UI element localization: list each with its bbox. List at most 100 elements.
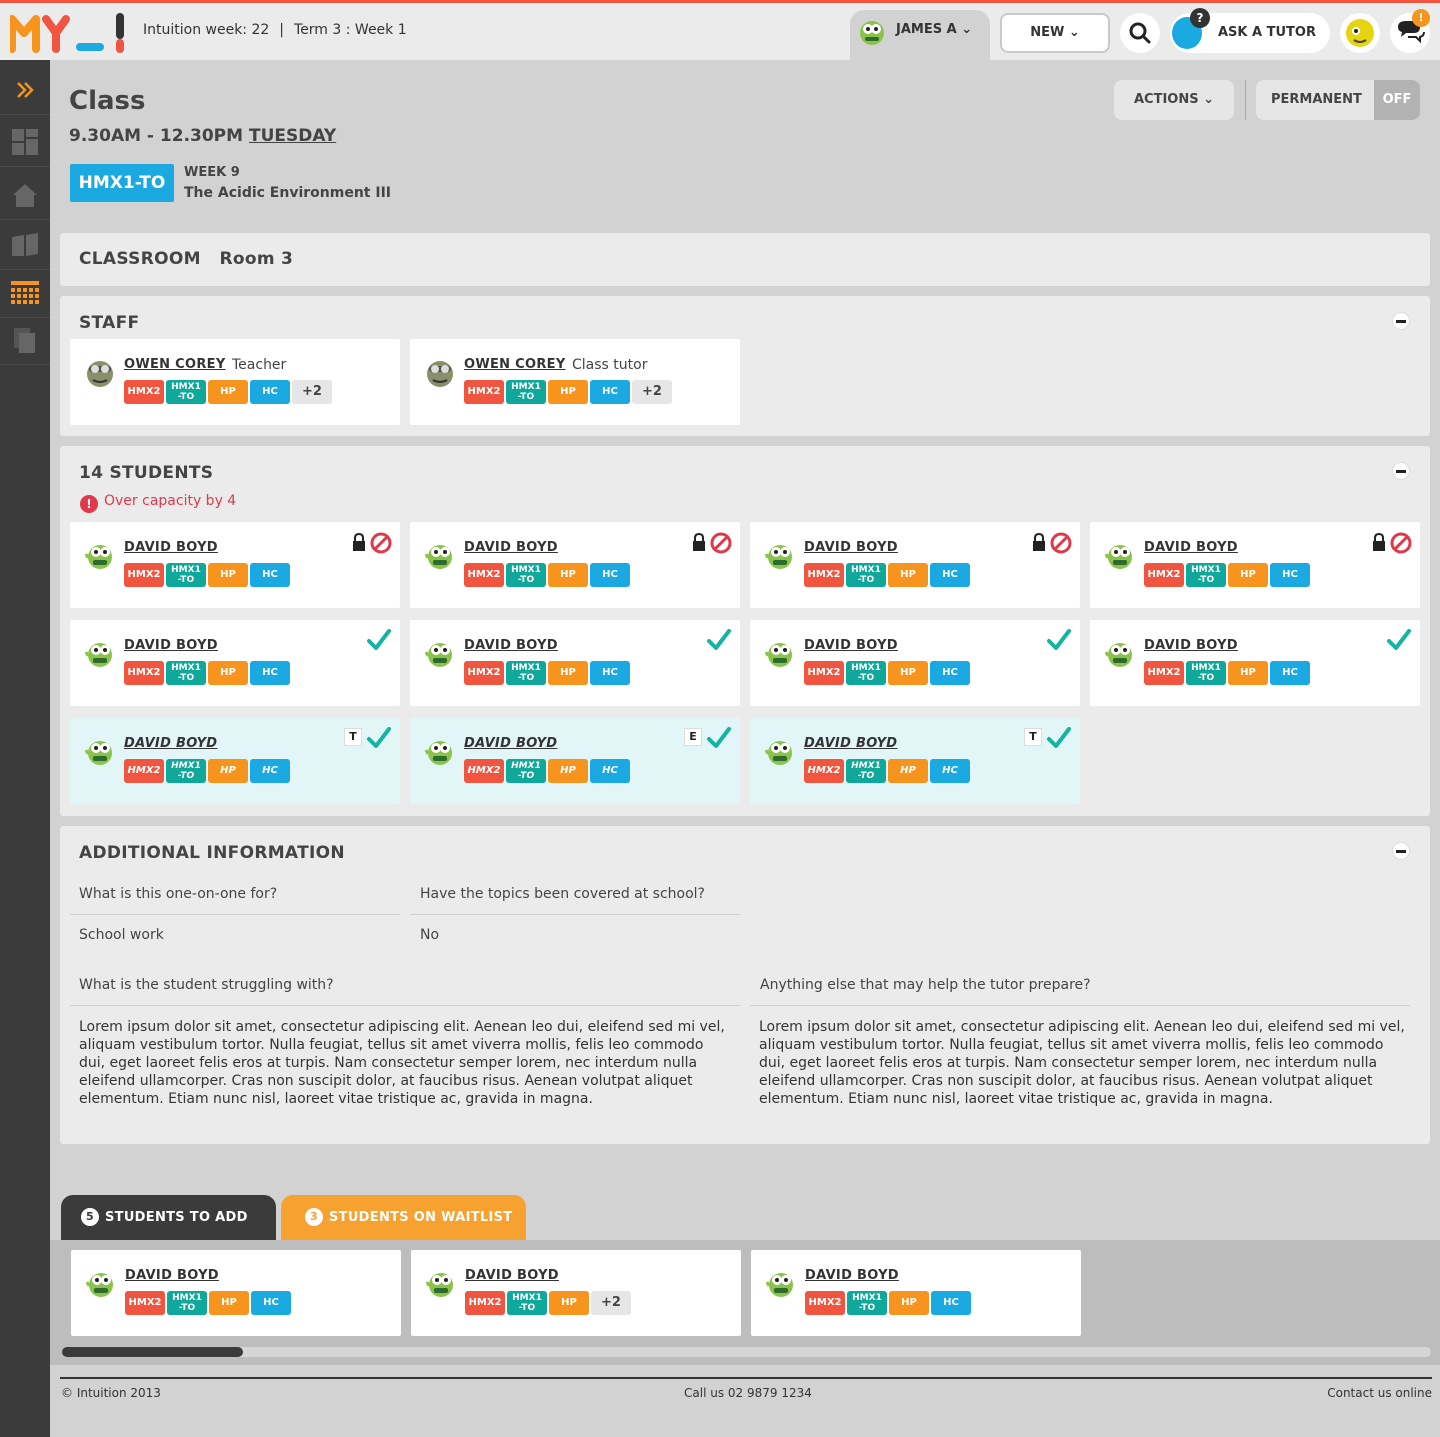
person-name-link[interactable]: DAVID BOYD: [124, 638, 218, 653]
more-tags-badge[interactable]: +2: [632, 380, 672, 404]
person-name-link[interactable]: DAVID BOYD: [464, 736, 557, 751]
student-to-add-card[interactable]: DAVID BOYD HMX2 HMX1 -TO HP HC: [71, 1250, 401, 1336]
avatar: [765, 1268, 797, 1304]
avatar: [764, 638, 796, 674]
subject-tag-hmx1-to: HMX1 -TO: [846, 563, 886, 587]
subject-tag-hp: HP: [1228, 661, 1268, 685]
class-code-badge: HMX1-TO: [70, 164, 174, 202]
more-tags-badge[interactable]: +2: [591, 1291, 631, 1315]
tab-students-on-waitlist[interactable]: 3 STUDENTS ON WAITLIST: [281, 1195, 526, 1240]
person-name-link[interactable]: DAVID BOYD: [125, 1268, 219, 1283]
sidebar-expand[interactable]: [0, 65, 50, 115]
collapse-students-button[interactable]: [1392, 462, 1410, 480]
person-name-link[interactable]: OWEN COREY: [464, 357, 566, 372]
person-name-link[interactable]: DAVID BOYD: [804, 540, 898, 555]
sidebar-item-dashboard[interactable]: [0, 117, 50, 167]
messages-button[interactable]: !: [1390, 9, 1430, 53]
student-card[interactable]: DAVID BOYD HMX2 HMX1 -TO HP HC: [70, 620, 400, 706]
block-icon[interactable]: [1050, 532, 1072, 554]
avatar: [85, 1268, 117, 1304]
check-icon[interactable]: [366, 726, 392, 750]
sidebar-item-calendar[interactable]: [0, 268, 50, 318]
subject-tag-hc: HC: [1270, 563, 1310, 587]
person-name-link[interactable]: DAVID BOYD: [805, 1268, 899, 1283]
student-card[interactable]: DAVID BOYD HMX2 HMX1 -TO HP HC T: [70, 718, 400, 804]
person-name-link[interactable]: OWEN COREY: [124, 357, 226, 372]
attendance-mark: T: [344, 728, 362, 746]
check-icon[interactable]: [366, 628, 392, 652]
logo[interactable]: [8, 11, 130, 53]
student-card[interactable]: DAVID BOYD HMX2 HMX1 -TO HP HC: [750, 620, 1080, 706]
week-label: WEEK 9: [184, 165, 240, 180]
tab-students-to-add[interactable]: 5 STUDENTS TO ADD: [61, 1195, 276, 1240]
person-name-link[interactable]: DAVID BOYD: [124, 540, 218, 555]
user-menu[interactable]: JAMES A ⌄: [850, 10, 990, 63]
person-name-link[interactable]: DAVID BOYD: [1144, 638, 1238, 653]
permanent-toggle[interactable]: PERMANENT OFF: [1256, 80, 1420, 120]
subject-tag-hmx2: HMX2: [124, 661, 164, 685]
person-name-link[interactable]: DAVID BOYD: [465, 1268, 559, 1283]
student-card[interactable]: DAVID BOYD HMX2 HMX1 -TO HP HC: [1090, 522, 1420, 608]
check-icon[interactable]: [706, 628, 732, 652]
check-icon[interactable]: [1046, 628, 1072, 652]
collapse-additional-button[interactable]: [1392, 842, 1410, 860]
footer-contact-link[interactable]: Contact us online: [1327, 1386, 1432, 1400]
ask-tutor-button[interactable]: ? ASK A TUTOR: [1170, 8, 1330, 53]
student-card[interactable]: DAVID BOYD HMX2 HMX1 -TO HP HC: [1090, 620, 1420, 706]
classroom-heading: CLASSROOM Room 3: [79, 249, 294, 269]
avatar: [860, 21, 884, 45]
block-icon[interactable]: [710, 532, 732, 554]
person-name-link[interactable]: DAVID BOYD: [804, 736, 897, 751]
subject-tag-hc: HC: [251, 1291, 291, 1315]
horizontal-scrollbar-thumb[interactable]: [62, 1347, 243, 1357]
actions-button[interactable]: ACTIONS ⌄: [1114, 80, 1234, 120]
student-card[interactable]: DAVID BOYD HMX2 HMX1 -TO HP HC: [410, 620, 740, 706]
subject-tag-hmx2: HMX2: [465, 1291, 505, 1315]
subject-tag-hp: HP: [548, 380, 588, 404]
more-tags-badge[interactable]: +2: [292, 380, 332, 404]
subject-tag-hmx2: HMX2: [804, 563, 844, 587]
avatar: [84, 540, 116, 576]
person-name-link[interactable]: DAVID BOYD: [124, 736, 217, 751]
divider: [70, 914, 400, 915]
check-icon[interactable]: [706, 726, 732, 750]
subject-tags: HMX2 HMX1 -TO HP HC: [124, 661, 290, 685]
sidebar-item-documents[interactable]: [0, 315, 50, 365]
avatar: [424, 736, 456, 772]
person-name-link[interactable]: DAVID BOYD: [1144, 540, 1238, 555]
calendar-icon: [11, 281, 39, 304]
profile-avatar-button[interactable]: [1340, 13, 1380, 53]
classroom-panel: CLASSROOM Room 3: [60, 233, 1430, 286]
sidebar-item-book[interactable]: [0, 220, 50, 270]
student-to-add-card[interactable]: DAVID BOYD HMX2 HMX1 -TO HP +2: [411, 1250, 741, 1336]
subject-tag-hp: HP: [549, 1291, 589, 1315]
subject-tag-hc: HC: [250, 380, 290, 404]
answer-topics-covered: No: [420, 927, 440, 943]
person-name-link[interactable]: DAVID BOYD: [464, 638, 558, 653]
horizontal-scrollbar-track[interactable]: [62, 1347, 1431, 1357]
avatar: [764, 736, 796, 772]
check-icon[interactable]: [1046, 726, 1072, 750]
class-day-link[interactable]: TUESDAY: [249, 126, 336, 146]
staff-card[interactable]: OWEN COREY Class tutor HMX2 HMX1 -TO HP HC +2: [410, 339, 740, 425]
collapse-staff-button[interactable]: [1392, 312, 1410, 330]
block-icon[interactable]: [370, 532, 392, 554]
student-card[interactable]: DAVID BOYD HMX2 HMX1 -TO HP HC: [70, 522, 400, 608]
student-card[interactable]: DAVID BOYD HMX2 HMX1 -TO HP HC E: [410, 718, 740, 804]
person-name-link[interactable]: DAVID BOYD: [464, 540, 558, 555]
student-card[interactable]: DAVID BOYD HMX2 HMX1 -TO HP HC: [750, 522, 1080, 608]
person-name-link[interactable]: DAVID BOYD: [804, 638, 898, 653]
block-icon[interactable]: [1390, 532, 1412, 554]
student-card[interactable]: DAVID BOYD HMX2 HMX1 -TO HP HC: [410, 522, 740, 608]
subject-tag-hmx1-to: HMX1 -TO: [506, 563, 546, 587]
staff-card[interactable]: OWEN COREY Teacher HMX2 HMX1 -TO HP HC +2: [70, 339, 400, 425]
subject-tag-hmx1-to: HMX1 -TO: [507, 1291, 547, 1315]
student-card[interactable]: DAVID BOYD HMX2 HMX1 -TO HP HC T: [750, 718, 1080, 804]
answer-purpose: School work: [79, 927, 164, 943]
search-button[interactable]: [1120, 13, 1160, 53]
new-button[interactable]: NEW ⌄: [1000, 13, 1110, 53]
check-icon[interactable]: [1386, 628, 1412, 652]
student-to-add-card[interactable]: DAVID BOYD HMX2 HMX1 -TO HP HC: [751, 1250, 1081, 1336]
subject-tag-hmx2: HMX2: [805, 1291, 845, 1315]
sidebar-item-home[interactable]: [0, 170, 50, 220]
